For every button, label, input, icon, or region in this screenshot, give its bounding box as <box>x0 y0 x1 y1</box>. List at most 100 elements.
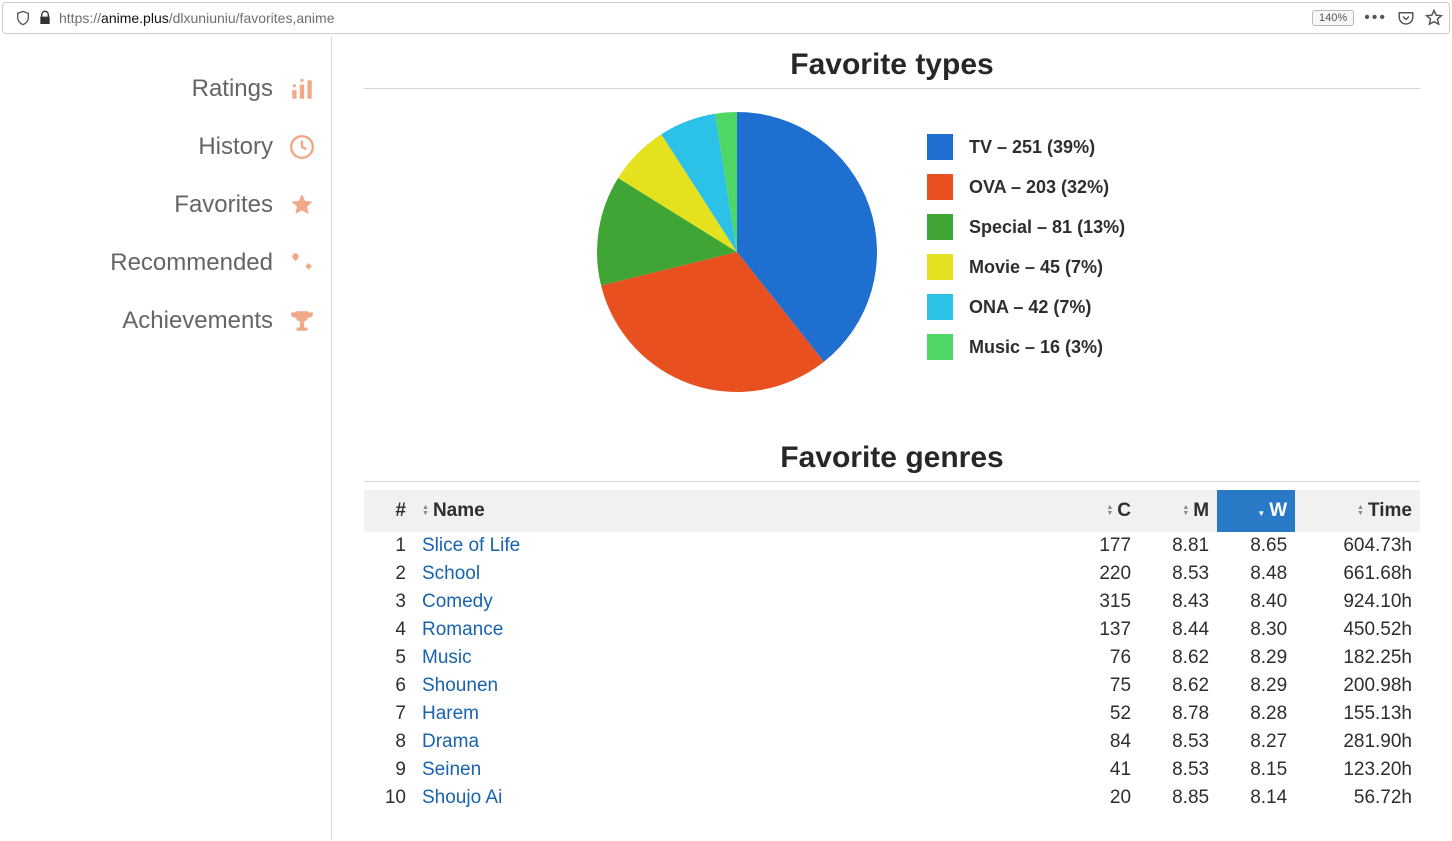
sidebar-item-ratings[interactable]: Ratings <box>0 60 315 118</box>
favorite-types-pie-chart <box>587 97 887 397</box>
tracking-shield-icon[interactable] <box>15 10 31 26</box>
main-content: Favorite types TV – 251 (39%) OVA – 203 (… <box>332 36 1452 839</box>
col-rank[interactable]: # <box>364 490 414 532</box>
bar-chart-icon <box>289 76 315 102</box>
legend-item-music[interactable]: Music – 16 (3%) <box>927 334 1197 360</box>
legend-swatch <box>927 334 953 360</box>
genre-link[interactable]: Harem <box>422 703 479 724</box>
url-prefix: https:// <box>59 10 101 26</box>
genre-link[interactable]: Slice of Life <box>422 535 520 556</box>
sidebar-item-label: Recommended <box>110 249 273 277</box>
cell-w: 8.29 <box>1217 644 1295 672</box>
cell-w: 8.29 <box>1217 672 1295 700</box>
col-name[interactable]: ▲▼Name <box>414 490 1069 532</box>
cell-name: Seinen <box>414 756 1069 784</box>
legend-item-ona[interactable]: ONA – 42 (7%) <box>927 294 1197 320</box>
sidebar-item-recommended[interactable]: Recommended <box>0 234 315 292</box>
cell-w: 8.15 <box>1217 756 1295 784</box>
lock-icon[interactable] <box>37 10 53 26</box>
cell-rank: 4 <box>364 616 414 644</box>
genre-link[interactable]: Romance <box>422 619 503 640</box>
zoom-badge[interactable]: 140% <box>1312 10 1354 26</box>
table-row: 3Comedy3158.438.40924.10h <box>364 588 1420 616</box>
col-c[interactable]: ▲▼C <box>1069 490 1139 532</box>
table-row: 10Shoujo Ai208.858.1456.72h <box>364 784 1420 812</box>
cell-w: 8.65 <box>1217 532 1295 560</box>
cell-time: 924.10h <box>1295 588 1420 616</box>
legend-item-movie[interactable]: Movie – 45 (7%) <box>927 254 1197 280</box>
genre-link[interactable]: School <box>422 563 480 584</box>
star-icon <box>289 192 315 218</box>
cell-rank: 5 <box>364 644 414 672</box>
cell-c: 76 <box>1069 644 1139 672</box>
cell-time: 604.73h <box>1295 532 1420 560</box>
cell-time: 661.68h <box>1295 560 1420 588</box>
sidebar-item-label: History <box>198 133 273 161</box>
legend-swatch <box>927 174 953 200</box>
table-row: 9Seinen418.538.15123.20h <box>364 756 1420 784</box>
url-host: anime.plus <box>101 10 169 26</box>
cell-w: 8.48 <box>1217 560 1295 588</box>
cell-rank: 7 <box>364 700 414 728</box>
favorite-genres-table: # ▲▼Name ▲▼C ▲▼M ▼W ▲▼Time 1 Slice of Lif… <box>364 490 1420 812</box>
cell-m: 8.53 <box>1139 756 1217 784</box>
cell-w: 8.27 <box>1217 728 1295 756</box>
legend-swatch <box>927 214 953 240</box>
cell-m: 8.62 <box>1139 644 1217 672</box>
genre-link[interactable]: Music <box>422 647 472 668</box>
col-w[interactable]: ▼W <box>1217 490 1295 532</box>
legend-item-tv[interactable]: TV – 251 (39%) <box>927 134 1197 160</box>
cell-rank: 2 <box>364 560 414 588</box>
genre-link[interactable]: Shoujo Ai <box>422 787 502 808</box>
col-time[interactable]: ▲▼Time <box>1295 490 1420 532</box>
legend-label: Special – 81 (13%) <box>969 217 1125 238</box>
cell-name: Shoujo Ai <box>414 784 1069 812</box>
bookmark-star-icon[interactable] <box>1425 9 1443 27</box>
sidebar-item-label: Ratings <box>192 75 273 103</box>
cell-rank: 1 <box>364 532 414 560</box>
favorite-types-title: Favorite types <box>364 44 1420 88</box>
favorite-types-chart-area: TV – 251 (39%) OVA – 203 (32%) Special – 8… <box>364 97 1420 413</box>
cell-c: 220 <box>1069 560 1139 588</box>
browser-address-bar[interactable]: https://anime.plus/dlxuniuniu/favorites,… <box>2 2 1450 34</box>
url-text[interactable]: https://anime.plus/dlxuniuniu/favorites,… <box>59 10 1312 26</box>
sidebar-item-history[interactable]: History <box>0 118 315 176</box>
genre-link[interactable]: Seinen <box>422 759 481 780</box>
cell-c: 20 <box>1069 784 1139 812</box>
cell-c: 84 <box>1069 728 1139 756</box>
legend-label: Movie – 45 (7%) <box>969 257 1103 278</box>
cell-c: 41 <box>1069 756 1139 784</box>
col-m[interactable]: ▲▼M <box>1139 490 1217 532</box>
legend-swatch <box>927 294 953 320</box>
genre-link[interactable]: Drama <box>422 731 479 752</box>
cell-time: 200.98h <box>1295 672 1420 700</box>
genre-link[interactable]: Shounen <box>422 675 498 696</box>
legend-item-special[interactable]: Special – 81 (13%) <box>927 214 1197 240</box>
genre-link[interactable]: Comedy <box>422 591 493 612</box>
cell-time: 281.90h <box>1295 728 1420 756</box>
cell-name: School <box>414 560 1069 588</box>
cell-time: 182.25h <box>1295 644 1420 672</box>
url-path: /dlxuniuniu/favorites,anime <box>169 10 335 26</box>
page-actions-icon[interactable]: ••• <box>1364 9 1387 27</box>
legend-swatch <box>927 254 953 280</box>
cell-m: 8.44 <box>1139 616 1217 644</box>
table-row: 6Shounen758.628.29200.98h <box>364 672 1420 700</box>
table-row: 8Drama848.538.27281.90h <box>364 728 1420 756</box>
legend-item-ova[interactable]: OVA – 203 (32%) <box>927 174 1197 200</box>
cell-m: 8.53 <box>1139 560 1217 588</box>
cell-c: 75 <box>1069 672 1139 700</box>
pocket-icon[interactable] <box>1397 9 1415 27</box>
table-row: 7Harem528.788.28155.13h <box>364 700 1420 728</box>
favorite-genres-title: Favorite genres <box>364 437 1420 481</box>
table-row: 2 School 2208.538.48661.68h <box>364 560 1420 588</box>
chart-legend: TV – 251 (39%) OVA – 203 (32%) Special – 8… <box>927 134 1197 360</box>
cell-w: 8.14 <box>1217 784 1295 812</box>
trophy-icon <box>289 308 315 334</box>
legend-label: ONA – 42 (7%) <box>969 297 1091 318</box>
cell-time: 450.52h <box>1295 616 1420 644</box>
divider <box>364 88 1420 89</box>
sidebar-item-achievements[interactable]: Achievements <box>0 292 315 350</box>
cell-c: 137 <box>1069 616 1139 644</box>
sidebar-item-favorites[interactable]: Favorites <box>0 176 315 234</box>
